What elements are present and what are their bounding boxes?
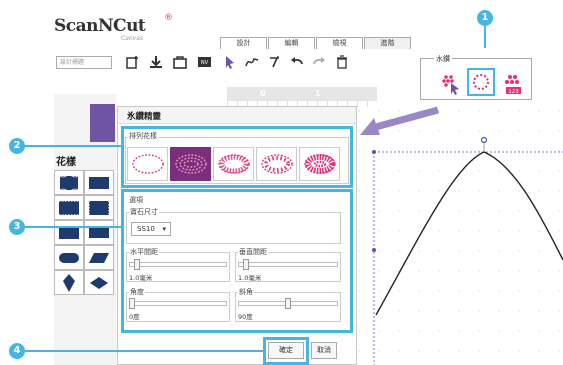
redo-icon[interactable]: [311, 54, 327, 70]
tab-advanced[interactable]: 進階: [364, 37, 411, 49]
shape-stamp-square[interactable]: [54, 195, 84, 220]
angle-slider[interactable]: [129, 301, 227, 306]
rhinestone-inset: 123: [420, 58, 532, 100]
delete-icon[interactable]: [334, 54, 350, 70]
logo-mark: ®: [164, 13, 173, 23]
shape-wave-square[interactable]: [54, 170, 84, 195]
rhinestone-fill-icon[interactable]: 123: [501, 71, 526, 96]
shape-parallelogram[interactable]: [84, 245, 114, 270]
pointer-arrow: [360, 106, 439, 135]
select-arrow-icon[interactable]: [222, 54, 238, 70]
logo-text: ScanNCut: [54, 16, 146, 36]
shape-diamond[interactable]: [84, 270, 114, 295]
ruler-label: 0: [260, 89, 266, 98]
callout-3: 3: [9, 219, 25, 235]
v-spacing-slider[interactable]: [238, 262, 338, 267]
pattern-double-outline-button[interactable]: [170, 147, 211, 181]
v-spacing-label: 垂直間距: [238, 247, 268, 257]
h-spacing-value: 1.0毫米: [129, 274, 153, 282]
shape-kite[interactable]: [54, 270, 84, 295]
callout-3-line: [25, 226, 121, 228]
callout-1-line: [484, 26, 486, 48]
slant-thumb[interactable]: [285, 298, 291, 309]
shape-stamp-rect[interactable]: [84, 195, 114, 220]
shape-rectangle[interactable]: [84, 170, 114, 195]
angle-thumb[interactable]: [129, 298, 135, 309]
shape-grid: [54, 170, 114, 295]
callout-1: 1: [477, 10, 493, 26]
pattern-group-label: 排列花樣: [128, 131, 158, 141]
pen-tool-icon[interactable]: [267, 54, 283, 70]
callout-4: 4: [9, 343, 25, 359]
close-icon[interactable]: ✕: [127, 110, 348, 120]
ruler-top: 0 1: [227, 87, 377, 101]
rhinestone-select-icon[interactable]: [439, 71, 464, 96]
ruler-label: 1: [315, 89, 321, 98]
palette-swatch[interactable]: [90, 104, 115, 142]
stone-size-value: SS10: [137, 225, 155, 233]
rhinestone-outline-icon[interactable]: [467, 68, 495, 96]
tab-bar: 設計 編輯 檢視 進階: [220, 37, 412, 49]
callout-2: 2: [9, 138, 25, 154]
shape-rect-wide[interactable]: [54, 220, 84, 245]
tab-design[interactable]: 設計: [220, 37, 267, 49]
options-group-label: 選項: [128, 195, 144, 205]
callout-4-line: [25, 350, 263, 352]
svg-text:NV: NV: [200, 60, 208, 66]
stone-size-select[interactable]: SS10 ▾: [131, 222, 171, 236]
design-title-field[interactable]: 設計標題: [56, 56, 112, 69]
inset-label: 水鑽: [434, 54, 452, 64]
shape-rounded-bar[interactable]: [54, 245, 84, 270]
callout-2-line: [25, 145, 121, 147]
pattern-fill-grid-button[interactable]: [213, 147, 254, 181]
import-icon[interactable]: [172, 54, 188, 70]
undo-icon[interactable]: [289, 54, 305, 70]
design-canvas[interactable]: [358, 110, 563, 365]
cancel-button[interactable]: 取消: [311, 342, 337, 359]
h-spacing-thumb[interactable]: [133, 259, 140, 270]
draw-curve-icon[interactable]: [244, 54, 260, 70]
pattern-outline-button[interactable]: [127, 147, 168, 181]
tab-view[interactable]: 檢視: [316, 37, 363, 49]
pattern-fill-rows-button[interactable]: [256, 147, 297, 181]
shape-rect-small[interactable]: [84, 220, 114, 245]
slant-value: 90度: [238, 313, 253, 321]
pattern-panel-title: 花樣: [56, 157, 76, 168]
ok-button[interactable]: 確定: [268, 342, 304, 359]
scan-icon[interactable]: NV: [196, 54, 212, 70]
angle-label: 角度: [129, 287, 145, 297]
dialog-titlebar: 水鑽精靈 ✕: [118, 107, 356, 124]
tab-edit[interactable]: 編輯: [268, 37, 315, 49]
h-spacing-label: 水平間距: [129, 247, 159, 257]
svg-text:123: 123: [508, 89, 519, 95]
angle-value: 0度: [129, 313, 140, 321]
download-icon[interactable]: [148, 54, 164, 70]
new-design-icon[interactable]: [125, 54, 141, 70]
slant-label: 斜角: [238, 287, 254, 297]
pattern-fill-dense-button[interactable]: [299, 147, 340, 181]
stone-size-label: 寶石尺寸: [129, 207, 159, 217]
chevron-down-icon: ▾: [162, 225, 166, 233]
v-spacing-thumb[interactable]: [242, 259, 249, 270]
h-spacing-slider[interactable]: [129, 262, 227, 267]
v-spacing-value: 1.0毫米: [238, 274, 262, 282]
logo-sub: Canvas: [121, 35, 144, 42]
app-logo: ScanNCut Canvas ®: [54, 13, 174, 46]
